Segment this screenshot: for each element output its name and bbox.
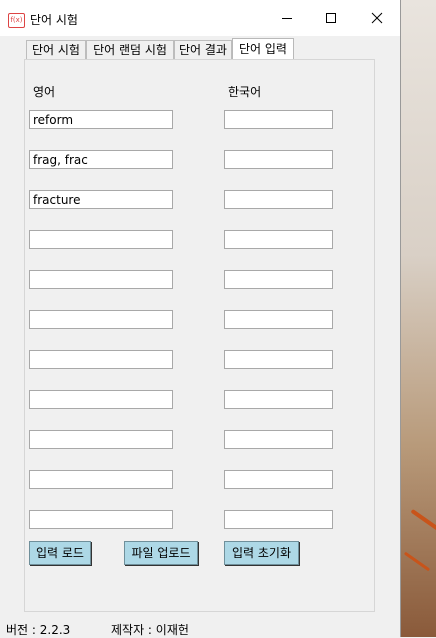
title-bar: f(x) 단어 시험 <box>0 0 400 36</box>
desktop-background <box>400 0 436 637</box>
version-label: 버전 : 2.2.3 <box>6 623 71 637</box>
english-input-9[interactable] <box>29 430 173 449</box>
tab-word-result[interactable]: 단어 결과 <box>174 40 232 59</box>
tab-word-input[interactable]: 단어 입력 <box>232 38 294 60</box>
english-column-label: 영어 <box>33 85 56 99</box>
english-input-2[interactable] <box>29 150 173 169</box>
desktop-decoration <box>410 508 436 536</box>
korean-input-9[interactable] <box>224 430 333 449</box>
english-input-3[interactable] <box>29 190 173 209</box>
korean-input-3[interactable] <box>224 190 333 209</box>
load-input-button[interactable]: 입력 로드 <box>29 541 91 565</box>
window-title: 단어 시험 <box>30 13 78 27</box>
english-input-5[interactable] <box>29 270 173 289</box>
author-label: 제작자 : 이재헌 <box>111 623 189 637</box>
minimize-button[interactable] <box>264 0 310 36</box>
korean-input-7[interactable] <box>224 350 333 369</box>
english-input-4[interactable] <box>29 230 173 249</box>
english-input-6[interactable] <box>29 310 173 329</box>
english-input-1[interactable] <box>29 110 173 129</box>
korean-input-1[interactable] <box>224 110 333 129</box>
reset-input-button[interactable]: 입력 초기화 <box>224 541 299 565</box>
english-input-10[interactable] <box>29 470 173 489</box>
korean-input-2[interactable] <box>224 150 333 169</box>
maximize-icon <box>326 13 336 23</box>
desktop-decoration <box>403 551 431 572</box>
english-input-8[interactable] <box>29 390 173 409</box>
tab-panel-word-input <box>24 59 375 612</box>
korean-input-4[interactable] <box>224 230 333 249</box>
korean-column-label: 한국어 <box>228 85 262 99</box>
tab-word-test[interactable]: 단어 시험 <box>26 40 86 59</box>
maximize-button[interactable] <box>308 0 354 36</box>
tab-random-test[interactable]: 단어 랜덤 시험 <box>86 40 174 59</box>
korean-input-5[interactable] <box>224 270 333 289</box>
close-button[interactable] <box>354 0 400 36</box>
app-window: f(x) 단어 시험 단어 시험 단어 랜덤 시험 단어 결과 단어 입력 영어… <box>0 0 401 637</box>
korean-input-10[interactable] <box>224 470 333 489</box>
korean-input-6[interactable] <box>224 310 333 329</box>
close-icon <box>371 12 383 24</box>
app-icon: f(x) <box>8 13 25 28</box>
korean-input-11[interactable] <box>224 510 333 529</box>
korean-input-8[interactable] <box>224 390 333 409</box>
english-input-7[interactable] <box>29 350 173 369</box>
upload-file-button[interactable]: 파일 업로드 <box>124 541 198 565</box>
english-input-11[interactable] <box>29 510 173 529</box>
minimize-icon <box>282 18 292 19</box>
